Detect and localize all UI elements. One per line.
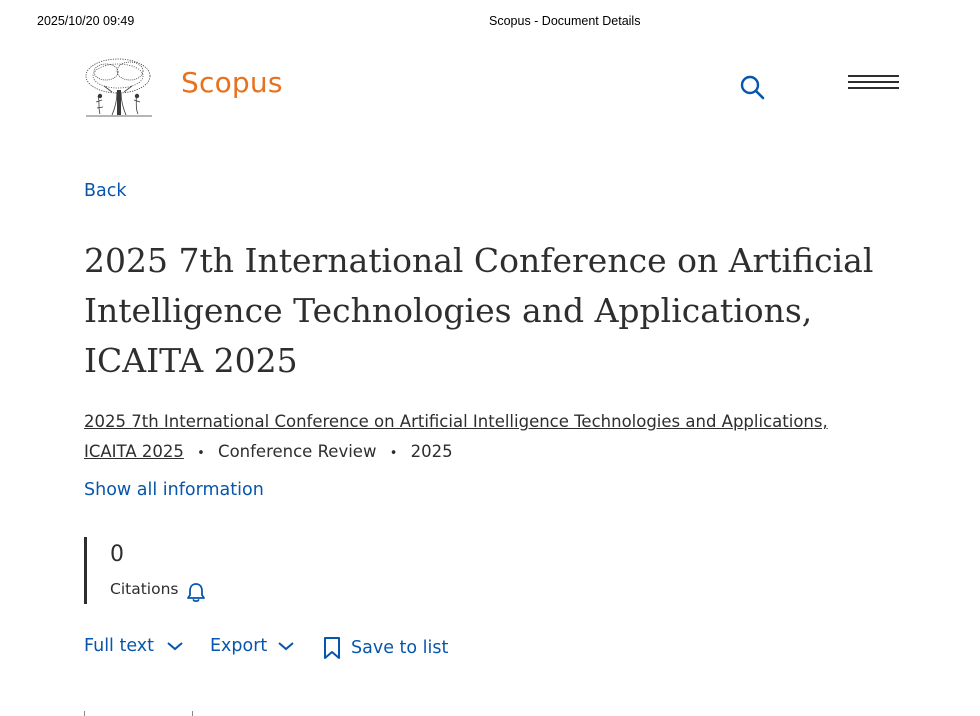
menu-bar-icon bbox=[848, 75, 899, 77]
separator-dot: • bbox=[389, 446, 398, 461]
search-icon[interactable] bbox=[738, 73, 766, 101]
cut-mark bbox=[192, 711, 193, 716]
chevron-down-icon bbox=[166, 640, 184, 652]
export-button[interactable]: Export bbox=[210, 636, 295, 656]
full-text-button[interactable]: Full text bbox=[84, 636, 184, 656]
bell-icon[interactable] bbox=[185, 581, 207, 603]
export-label: Export bbox=[210, 636, 268, 656]
elsevier-tree-logo-icon[interactable] bbox=[84, 56, 154, 118]
back-link[interactable]: Back bbox=[84, 181, 127, 201]
bookmark-icon bbox=[322, 636, 342, 660]
separator-dot: • bbox=[197, 446, 205, 461]
full-text-label: Full text bbox=[84, 636, 155, 656]
save-to-list-button[interactable]: Save to list bbox=[322, 636, 448, 660]
citations-metric: 0 Citations bbox=[84, 537, 205, 604]
source-title-link[interactable]: 2025 7th International Conference on Art… bbox=[84, 412, 828, 461]
print-timestamp: 2025/10/20 09:49 bbox=[37, 14, 135, 28]
chevron-down-icon bbox=[277, 640, 295, 652]
menu-bar-icon bbox=[848, 87, 899, 89]
document-year: 2025 bbox=[410, 442, 453, 461]
citations-label: Citations bbox=[110, 580, 179, 598]
show-all-information-link[interactable]: Show all information bbox=[84, 480, 264, 500]
document-title: 2025 7th International Conference on Art… bbox=[84, 241, 874, 380]
document-source-info: 2025 7th International Conference on Art… bbox=[84, 407, 874, 469]
citations-count: 0 bbox=[110, 542, 124, 567]
cut-mark bbox=[84, 711, 85, 716]
menu-bar-icon bbox=[848, 81, 899, 83]
print-page-title: Scopus - Document Details bbox=[489, 14, 641, 28]
hamburger-menu-icon[interactable] bbox=[848, 75, 900, 101]
scopus-brand[interactable]: Scopus bbox=[181, 66, 283, 99]
page-cut-marks bbox=[84, 711, 194, 716]
document-type: Conference Review bbox=[218, 442, 377, 461]
save-to-list-label: Save to list bbox=[351, 638, 449, 658]
